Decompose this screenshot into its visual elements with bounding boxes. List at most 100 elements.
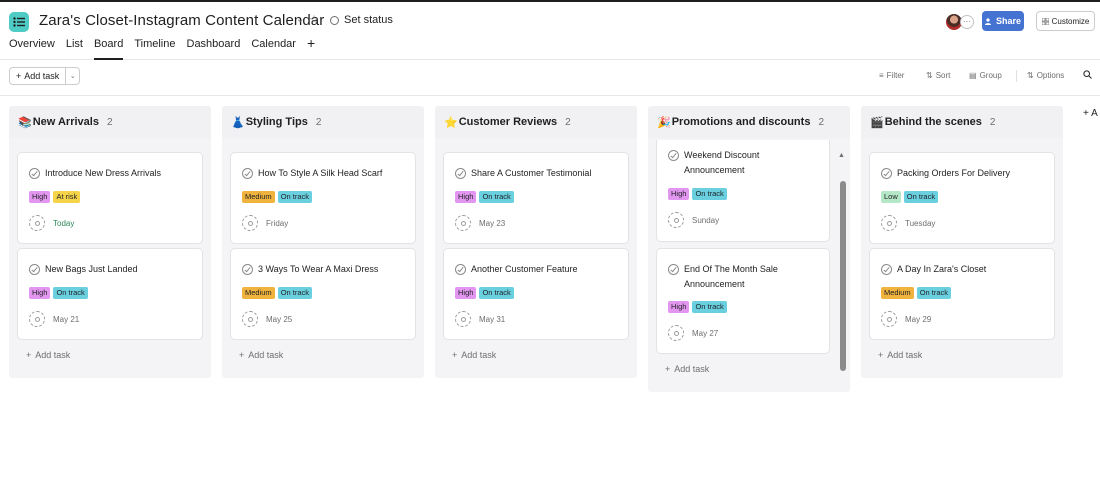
task-card[interactable]: End Of The Month Sale Announcement High O… xyxy=(656,248,830,354)
sort-button[interactable]: ⇅ Sort xyxy=(926,71,950,80)
add-tab-button[interactable]: + xyxy=(307,36,315,60)
customize-button[interactable]: Customize xyxy=(1036,11,1095,31)
column-add-task-button[interactable]: + Add task xyxy=(665,364,709,374)
column-title: Styling Tips xyxy=(245,116,308,128)
check-circle-icon[interactable] xyxy=(881,264,892,275)
board-toolbar: + Add task ⌄ ≡ Filter ⇅ Sort ▤ Group ⇅ O… xyxy=(0,60,1100,96)
unassigned-avatar-icon[interactable] xyxy=(455,215,471,231)
column-count: 2 xyxy=(989,116,996,128)
plus-icon: + xyxy=(878,350,884,360)
share-button[interactable]: Share xyxy=(982,11,1024,31)
group-button[interactable]: ▤ Group xyxy=(969,71,1002,80)
check-circle-icon[interactable] xyxy=(881,168,892,179)
set-status-label: Set status xyxy=(344,14,393,26)
card-title-row: Weekend Discount Announcement xyxy=(668,148,833,178)
check-circle-icon[interactable] xyxy=(668,150,679,161)
add-section-button[interactable]: + A xyxy=(1083,108,1098,119)
task-card[interactable]: Another Customer Feature High On track M… xyxy=(443,248,629,340)
unassigned-avatar-icon[interactable] xyxy=(668,212,684,228)
list-icon[interactable] xyxy=(9,12,29,32)
scroll-thumb[interactable] xyxy=(840,181,846,371)
status-circle-icon xyxy=(330,15,339,25)
filter-button[interactable]: ≡ Filter xyxy=(879,71,904,80)
members-avatars[interactable]: ··· xyxy=(945,13,974,31)
unassigned-avatar-icon[interactable] xyxy=(881,311,897,327)
task-card[interactable]: Weekend Discount Announcement High On tra… xyxy=(656,140,830,242)
task-card[interactable]: A Day In Zara's Closet Medium On track M… xyxy=(869,248,1055,340)
tab-timeline[interactable]: Timeline xyxy=(134,38,175,60)
due-date[interactable]: Friday xyxy=(266,219,288,228)
unassigned-avatar-icon[interactable] xyxy=(29,215,45,231)
task-meta: Today xyxy=(29,215,74,231)
due-date[interactable]: May 21 xyxy=(53,315,79,324)
due-date[interactable]: May 23 xyxy=(479,219,505,228)
unassigned-avatar-icon[interactable] xyxy=(29,311,45,327)
task-card[interactable]: Introduce New Dress Arrivals High At ris… xyxy=(17,152,203,244)
check-circle-icon[interactable] xyxy=(242,168,253,179)
column-header[interactable]: 🎬 Behind the scenes 2 xyxy=(861,106,1063,138)
tab-overview[interactable]: Overview xyxy=(9,38,55,60)
chevron-down-icon[interactable]: ⌄ xyxy=(66,68,79,84)
card-title-row: New Bags Just Landed xyxy=(29,262,194,277)
due-date[interactable]: May 27 xyxy=(692,329,718,338)
due-date[interactable]: May 25 xyxy=(266,315,292,324)
tab-calendar[interactable]: Calendar xyxy=(251,38,296,60)
add-task-label: Add task xyxy=(461,350,497,360)
check-circle-icon[interactable] xyxy=(668,264,679,275)
task-card[interactable]: Packing Orders For Delivery Low On track… xyxy=(869,152,1055,244)
scroll-up-arrow-icon[interactable]: ▲ xyxy=(838,152,845,159)
task-card[interactable]: How To Style A Silk Head Scarf Medium On… xyxy=(230,152,416,244)
books-icon: 📚 xyxy=(18,116,32,129)
unassigned-avatar-icon[interactable] xyxy=(881,215,897,231)
sort-label: Sort xyxy=(935,71,951,80)
task-meta: May 21 xyxy=(29,311,79,327)
due-date[interactable]: Tuesday xyxy=(905,219,935,228)
status-tag: On track xyxy=(692,301,727,313)
add-task-button[interactable]: + Add task ⌄ xyxy=(9,67,81,85)
options-label: Options xyxy=(1036,71,1065,80)
task-card[interactable]: 3 Ways To Wear A Maxi Dress Medium On tr… xyxy=(230,248,416,340)
column-header[interactable]: ⭐ Customer Reviews 2 xyxy=(435,106,637,138)
tab-board[interactable]: Board xyxy=(93,38,124,60)
unassigned-avatar-icon[interactable] xyxy=(242,311,258,327)
unassigned-avatar-icon[interactable] xyxy=(455,311,471,327)
share-label: Share xyxy=(995,16,1021,26)
task-card[interactable]: Share A Customer Testimonial High On tra… xyxy=(443,152,629,244)
options-button[interactable]: ⇅ Options xyxy=(1027,71,1064,80)
column-behind-the-scenes: 🎬 Behind the scenes 2 Packing Orders For… xyxy=(861,106,1063,378)
column-header[interactable]: 🎉 Promotions and discounts 2 xyxy=(648,106,850,138)
chevron-down-icon[interactable]: ⌄ xyxy=(296,14,304,25)
project-title[interactable]: Zara's Closet-Instagram Content Calendar xyxy=(39,12,324,29)
column-header[interactable]: 👗 Styling Tips 2 xyxy=(222,106,424,138)
column-add-task-button[interactable]: + Add task xyxy=(878,350,922,360)
set-status-button[interactable]: Set status xyxy=(330,14,393,26)
check-circle-icon[interactable] xyxy=(29,168,40,179)
check-circle-icon[interactable] xyxy=(242,264,253,275)
search-icon[interactable] xyxy=(1083,70,1092,79)
status-tag: On track xyxy=(916,287,952,299)
due-date[interactable]: Sunday xyxy=(692,216,719,225)
column-add-task-button[interactable]: + Add task xyxy=(239,350,283,360)
task-card[interactable]: New Bags Just Landed High On track May 2… xyxy=(17,248,203,340)
due-date[interactable]: May 31 xyxy=(479,315,505,324)
column-scrollbar[interactable]: ▲ xyxy=(838,150,848,372)
due-date[interactable]: Today xyxy=(53,219,74,228)
add-task-main[interactable]: + Add task xyxy=(10,68,67,84)
check-circle-icon[interactable] xyxy=(29,264,40,275)
task-title: Share A Customer Testimonial xyxy=(471,168,592,178)
due-date[interactable]: May 29 xyxy=(905,315,931,324)
column-header[interactable]: 📚 New Arrivals 2 xyxy=(9,106,211,138)
column-title: Promotions and discounts xyxy=(671,116,811,128)
column-title: Customer Reviews xyxy=(458,116,558,128)
column-add-task-button[interactable]: + Add task xyxy=(26,350,70,360)
column-add-task-button[interactable]: + Add task xyxy=(452,350,496,360)
task-meta: May 25 xyxy=(242,311,292,327)
status-tag: On track xyxy=(692,188,727,200)
check-circle-icon[interactable] xyxy=(455,168,466,179)
tab-dashboard[interactable]: Dashboard xyxy=(187,38,241,60)
unassigned-avatar-icon[interactable] xyxy=(242,215,258,231)
check-circle-icon[interactable] xyxy=(455,264,466,275)
tab-list[interactable]: List xyxy=(66,38,83,60)
unassigned-avatar-icon[interactable] xyxy=(668,325,684,341)
star-icon[interactable]: ☆ xyxy=(309,13,319,26)
